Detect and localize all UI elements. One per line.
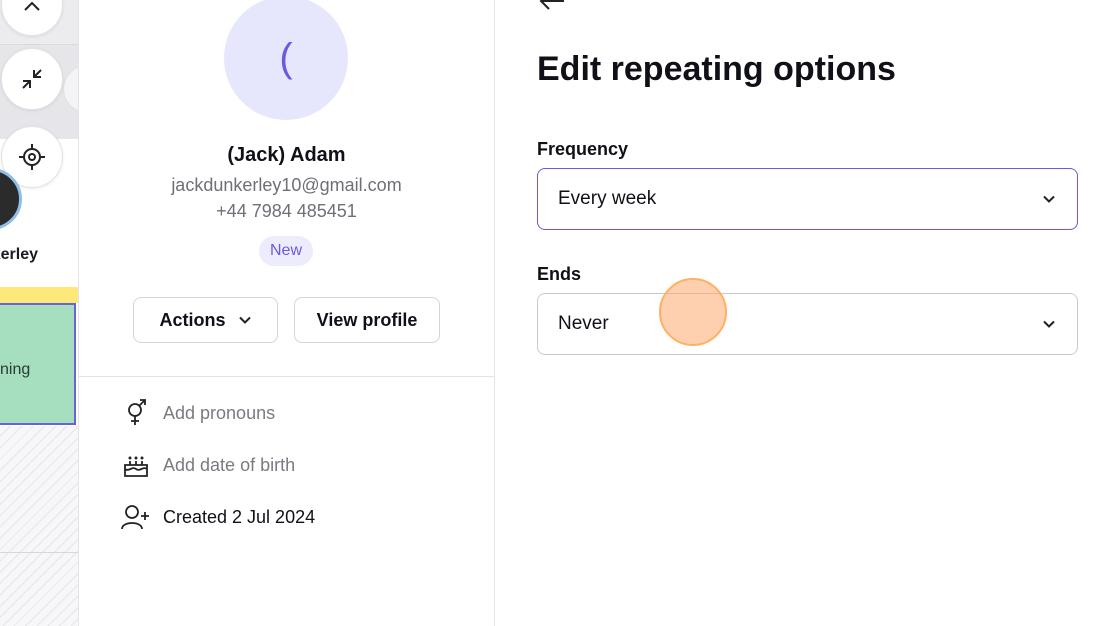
blocked-time — [0, 426, 78, 626]
view-profile-button[interactable]: View profile — [294, 297, 440, 343]
chevron-down-icon — [1043, 195, 1055, 203]
profile-avatar: ( — [224, 0, 348, 120]
edit-repeating-panel: Edit repeating options Frequency Every w… — [495, 0, 1120, 626]
collapse-button[interactable] — [1, 48, 63, 110]
actions-button[interactable]: Actions — [133, 297, 278, 343]
click-indicator — [659, 278, 727, 346]
created-date: Created 2 Jul 2024 — [163, 506, 316, 527]
client-name-partial: kerley — [0, 246, 38, 263]
frequency-select[interactable]: Every week — [537, 168, 1078, 230]
calendar-strip: kerley ning — [0, 0, 79, 626]
add-dob-row[interactable]: Add date of birth — [121, 450, 295, 480]
frequency-label: Frequency — [537, 139, 629, 159]
gender-icon — [121, 398, 151, 428]
user-plus-icon — [121, 502, 151, 532]
status-badge: New — [259, 236, 313, 266]
arrow-left-icon — [539, 0, 564, 10]
ends-label: Ends — [537, 264, 582, 284]
ends-select[interactable]: Never — [537, 293, 1078, 355]
cake-icon — [121, 450, 151, 480]
hour-divider — [0, 552, 78, 553]
created-row: Created 2 Jul 2024 — [121, 502, 315, 532]
add-pronouns-row[interactable]: Add pronouns — [121, 398, 275, 428]
actions-label: Actions — [159, 309, 226, 330]
client-email: jackdunkerley10@gmail.com — [171, 175, 402, 195]
crosshair-icon — [19, 144, 45, 170]
chevron-down-icon — [1043, 320, 1055, 328]
appointment-label: ning — [0, 361, 31, 378]
section-divider — [79, 376, 494, 377]
client-phone: +44 7984 485451 — [216, 201, 357, 221]
client-profile-panel: ( (Jack) Adam jackdunkerley10@gmail.com … — [79, 0, 495, 626]
avatar-initial: ( — [279, 35, 293, 80]
back-button[interactable] — [537, 0, 567, 17]
chevron-down-icon — [238, 316, 251, 324]
close-icon — [24, 1, 40, 11]
frequency-value: Every week — [558, 188, 657, 209]
add-dob-label: Add date of birth — [163, 454, 296, 475]
view-profile-label: View profile — [316, 309, 418, 330]
highlight-bar — [0, 287, 78, 303]
appointment-block[interactable]: ning — [0, 303, 76, 425]
ends-value: Never — [558, 313, 609, 334]
client-name: (Jack) Adam — [227, 144, 346, 166]
page-title: Edit repeating options — [537, 50, 896, 88]
add-pronouns-label: Add pronouns — [163, 402, 276, 423]
collapse-icon — [22, 69, 42, 89]
